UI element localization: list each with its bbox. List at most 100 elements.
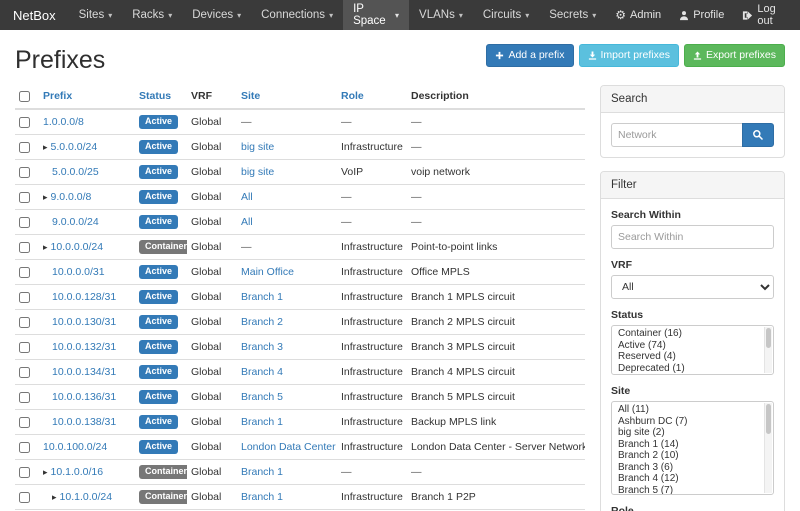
- listbox-option[interactable]: Branch 2 (10): [612, 450, 773, 462]
- site-link[interactable]: Branch 5: [241, 391, 283, 403]
- select-all-checkbox[interactable]: [19, 91, 30, 102]
- prefix-link[interactable]: 10.0.0.0/31: [52, 266, 105, 278]
- nav-item-vlans[interactable]: VLANs▾: [409, 0, 473, 30]
- row-checkbox[interactable]: [19, 267, 30, 278]
- listbox-option[interactable]: Ashburn DC (7): [612, 416, 773, 428]
- prefix-link[interactable]: 9.0.0.0/8: [51, 191, 92, 203]
- prefix-link[interactable]: 10.0.0.138/31: [52, 416, 116, 428]
- listbox-option[interactable]: Deprecated (1): [612, 363, 773, 375]
- status-scrollbar[interactable]: [764, 327, 772, 373]
- site-link[interactable]: All: [241, 191, 253, 203]
- row-checkbox[interactable]: [19, 492, 30, 503]
- status-cell: Active: [135, 385, 187, 410]
- empty-value: —: [341, 216, 352, 228]
- prefix-link[interactable]: 5.0.0.0/24: [51, 141, 98, 153]
- export-prefixes-button[interactable]: Export prefixes: [684, 44, 785, 67]
- row-checkbox[interactable]: [19, 392, 30, 403]
- row-checkbox[interactable]: [19, 342, 30, 353]
- site-cell: All: [237, 185, 337, 210]
- nav-item-ip-space[interactable]: IP Space▾: [343, 0, 409, 30]
- nav-item-profile[interactable]: Profile: [670, 0, 733, 30]
- row-checkbox[interactable]: [19, 142, 30, 153]
- row-checkbox[interactable]: [19, 117, 30, 128]
- listbox-option[interactable]: Branch 1 (14): [612, 439, 773, 451]
- nav-item-label: Racks: [132, 9, 164, 21]
- status-cell: Container: [135, 460, 187, 485]
- search-input[interactable]: [611, 123, 742, 147]
- sort-status-link[interactable]: Status: [139, 90, 171, 102]
- prefix-link[interactable]: 10.1.0.0/24: [60, 491, 113, 503]
- listbox-option[interactable]: Branch 4 (12): [612, 473, 773, 485]
- row-checkbox[interactable]: [19, 367, 30, 378]
- user-icon: [679, 10, 689, 21]
- row-checkbox[interactable]: [19, 217, 30, 228]
- role-value: Infrastructure: [341, 316, 403, 328]
- site-link[interactable]: Branch 1: [241, 291, 283, 303]
- prefix-link[interactable]: 10.0.0.128/31: [52, 291, 116, 303]
- site-link[interactable]: Branch 4: [241, 366, 283, 378]
- import-prefixes-button[interactable]: Import prefixes: [579, 44, 679, 67]
- prefix-link[interactable]: 10.0.0.0/24: [51, 241, 104, 253]
- sort-role-link[interactable]: Role: [341, 90, 364, 102]
- vrf-cell: Global: [187, 285, 237, 310]
- vrf-select[interactable]: All: [611, 275, 774, 299]
- listbox-option[interactable]: Reserved (4): [612, 351, 773, 363]
- site-link[interactable]: All: [241, 216, 253, 228]
- listbox-option[interactable]: big site (2): [612, 427, 773, 439]
- nav-item-devices[interactable]: Devices▾: [182, 0, 251, 30]
- row-checkbox[interactable]: [19, 292, 30, 303]
- prefix-link[interactable]: 10.1.0.0/16: [51, 466, 104, 478]
- page: Prefixes Add a prefix Import prefixes Ex…: [0, 30, 800, 511]
- search-button[interactable]: [742, 123, 774, 147]
- nav-item-connections[interactable]: Connections▾: [251, 0, 343, 30]
- row-checkbox[interactable]: [19, 242, 30, 253]
- row-checkbox[interactable]: [19, 442, 30, 453]
- listbox-option[interactable]: Container (16): [612, 328, 773, 340]
- nav-item-secrets[interactable]: Secrets▾: [539, 0, 606, 30]
- site-link[interactable]: big site: [241, 141, 274, 153]
- prefix-link[interactable]: 10.0.0.136/31: [52, 391, 116, 403]
- row-checkbox[interactable]: [19, 467, 30, 478]
- nav-item-admin[interactable]: ⚙ Admin: [606, 0, 670, 30]
- listbox-option[interactable]: Active (74): [612, 340, 773, 352]
- add-prefix-button[interactable]: Add a prefix: [486, 44, 573, 67]
- site-cell: big site: [237, 160, 337, 185]
- site-link[interactable]: Main Office: [241, 266, 294, 278]
- prefix-cell: 5.0.0.0/25: [39, 160, 135, 185]
- nav-item-racks[interactable]: Racks▾: [122, 0, 182, 30]
- site-link[interactable]: Branch 3: [241, 341, 283, 353]
- listbox-option[interactable]: Branch 5 (7): [612, 485, 773, 496]
- prefix-link[interactable]: 9.0.0.0/24: [52, 216, 99, 228]
- row-checkbox[interactable]: [19, 192, 30, 203]
- listbox-option[interactable]: All (11): [612, 404, 773, 416]
- row-checkbox[interactable]: [19, 167, 30, 178]
- row-checkbox[interactable]: [19, 317, 30, 328]
- sort-site-link[interactable]: Site: [241, 90, 260, 102]
- nav-item-circuits[interactable]: Circuits▾: [473, 0, 539, 30]
- listbox-option[interactable]: Branch 3 (6): [612, 462, 773, 474]
- prefix-link[interactable]: 10.0.0.132/31: [52, 341, 116, 353]
- sort-prefix-link[interactable]: Prefix: [43, 90, 72, 102]
- prefix-link[interactable]: 10.0.0.134/31: [52, 366, 116, 378]
- prefix-link[interactable]: 1.0.0.0/8: [43, 116, 84, 128]
- site-link[interactable]: Branch 1: [241, 466, 283, 478]
- site-link[interactable]: Branch 1: [241, 416, 283, 428]
- nav-item-sites[interactable]: Sites▾: [69, 0, 123, 30]
- gear-icon: ⚙: [615, 9, 626, 21]
- search-within-input[interactable]: [611, 225, 774, 249]
- prefix-link[interactable]: 10.0.0.130/31: [52, 316, 116, 328]
- site-link[interactable]: big site: [241, 166, 274, 178]
- app-brand[interactable]: NetBox: [0, 0, 69, 30]
- nav-item-logout[interactable]: Log out: [733, 0, 800, 30]
- site-scrollbar[interactable]: [764, 403, 772, 493]
- status-listbox[interactable]: Container (16)Active (74)Reserved (4)Dep…: [611, 325, 774, 375]
- prefix-link[interactable]: 5.0.0.0/25: [52, 166, 99, 178]
- site-link[interactable]: Branch 2: [241, 316, 283, 328]
- site-link[interactable]: London Data Center: [241, 441, 336, 453]
- status-cell: Active: [135, 109, 187, 135]
- prefix-link[interactable]: 10.0.100.0/24: [43, 441, 107, 453]
- site-listbox[interactable]: All (11)Ashburn DC (7)big site (2)Branch…: [611, 401, 774, 495]
- row-checkbox[interactable]: [19, 417, 30, 428]
- vrf-cell: Global: [187, 185, 237, 210]
- site-link[interactable]: Branch 1: [241, 491, 283, 503]
